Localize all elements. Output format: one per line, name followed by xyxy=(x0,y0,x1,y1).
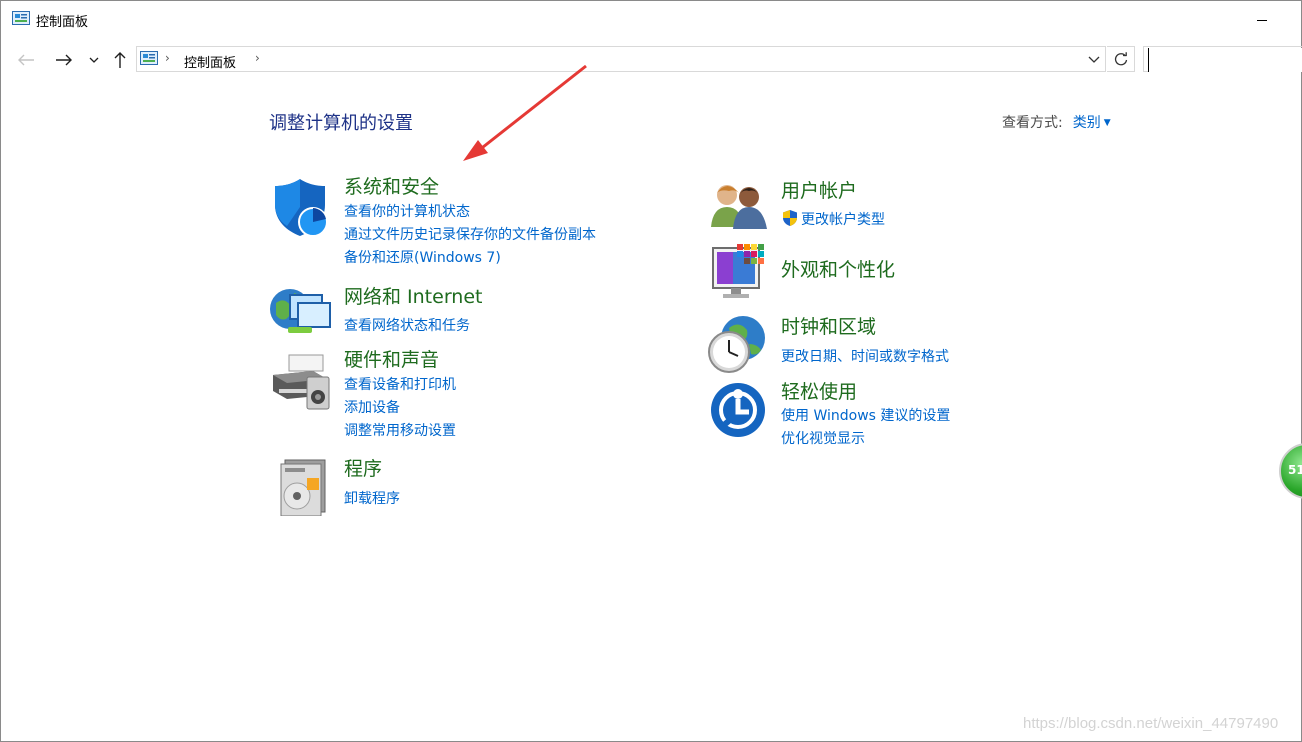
floating-badge[interactable]: 51 xyxy=(1279,443,1302,499)
minimize-button[interactable] xyxy=(1245,5,1291,35)
search-box[interactable] xyxy=(1143,46,1302,72)
link-view-computer-status[interactable]: 查看你的计算机状态 xyxy=(344,201,470,221)
view-by-caret-icon[interactable]: ▼ xyxy=(1104,118,1111,128)
breadcrumb-separator-icon[interactable]: › xyxy=(165,51,170,65)
address-bar[interactable]: › 控制面板 › xyxy=(136,46,1106,72)
recent-locations-chevron-down-icon[interactable] xyxy=(82,45,106,75)
category-title-clock-region[interactable]: 时钟和区域 xyxy=(781,312,876,339)
users-icon[interactable] xyxy=(709,179,769,239)
link-devices-printers[interactable]: 查看设备和打印机 xyxy=(344,374,456,394)
category-title-hardware-sound[interactable]: 硬件和声音 xyxy=(344,345,439,372)
link-network-status-tasks[interactable]: 查看网络状态和任务 xyxy=(344,315,470,335)
title-bar: 控制面板 xyxy=(1,1,1301,39)
refresh-icon xyxy=(1114,52,1127,66)
ease-of-access-icon[interactable] xyxy=(709,381,769,441)
breadcrumb-item[interactable]: 控制面板 xyxy=(184,52,236,71)
category-title-user-accounts[interactable]: 用户帐户 xyxy=(781,176,857,203)
link-uninstall-program[interactable]: 卸载程序 xyxy=(344,488,400,508)
system-security-shield-icon[interactable] xyxy=(269,177,329,237)
monitor-personalize-icon[interactable] xyxy=(709,242,769,302)
category-title-appearance-personalization[interactable]: 外观和个性化 xyxy=(781,255,895,282)
control-panel-location-icon xyxy=(140,51,158,71)
link-mobility-settings[interactable]: 调整常用移动设置 xyxy=(344,420,456,440)
address-dropdown-chevron-icon[interactable] xyxy=(1085,50,1103,68)
category-title-system-security[interactable]: 系统和安全 xyxy=(344,172,439,199)
breadcrumb-separator-icon[interactable]: › xyxy=(255,51,260,65)
uac-shield-icon xyxy=(781,209,799,231)
search-input[interactable] xyxy=(1148,48,1302,72)
link-backup-restore[interactable]: 备份和还原(Windows 7) xyxy=(344,247,501,267)
link-windows-recommended-settings[interactable]: 使用 Windows 建议的设置 xyxy=(781,405,950,425)
floating-badge-text: 51 xyxy=(1288,463,1302,477)
network-globe-icon[interactable] xyxy=(268,279,331,339)
category-title-ease-of-access[interactable]: 轻松使用 xyxy=(781,377,857,404)
link-change-date-time-format[interactable]: 更改日期、时间或数字格式 xyxy=(781,346,949,366)
page-title: 调整计算机的设置 xyxy=(269,113,413,134)
forward-arrow-icon[interactable] xyxy=(51,45,77,75)
view-by-control: 查看方式: 类别 ▼ xyxy=(1002,112,1111,132)
window-title: 控制面板 xyxy=(36,15,89,30)
control-panel-window: 控制面板 › 控制面板 › 调整计算机的设置 查看方式: 类别 ▼ 系统和安全 … xyxy=(0,0,1302,742)
clock-globe-icon[interactable] xyxy=(707,314,767,374)
navigation-bar: › 控制面板 › xyxy=(1,45,1302,75)
watermark-text: https://blog.csdn.net/weixin_44797490 xyxy=(1023,715,1279,732)
link-change-account-type[interactable]: 更改帐户类型 xyxy=(801,209,885,229)
view-by-dropdown[interactable]: 类别 xyxy=(1073,115,1101,131)
link-add-device[interactable]: 添加设备 xyxy=(344,397,400,417)
category-title-programs[interactable]: 程序 xyxy=(344,454,382,481)
link-optimize-visual-display[interactable]: 优化视觉显示 xyxy=(781,428,865,448)
up-arrow-icon[interactable] xyxy=(107,45,133,75)
back-arrow-icon[interactable] xyxy=(13,45,39,75)
control-panel-app-icon xyxy=(12,11,30,31)
programs-disc-icon[interactable] xyxy=(271,456,331,517)
link-file-history-backup[interactable]: 通过文件历史记录保存你的文件备份副本 xyxy=(344,224,596,244)
view-by-label: 查看方式: xyxy=(1002,115,1063,131)
refresh-button[interactable] xyxy=(1107,46,1135,72)
printer-speaker-icon[interactable] xyxy=(269,351,330,411)
category-title-network-internet[interactable]: 网络和 Internet xyxy=(344,282,482,309)
